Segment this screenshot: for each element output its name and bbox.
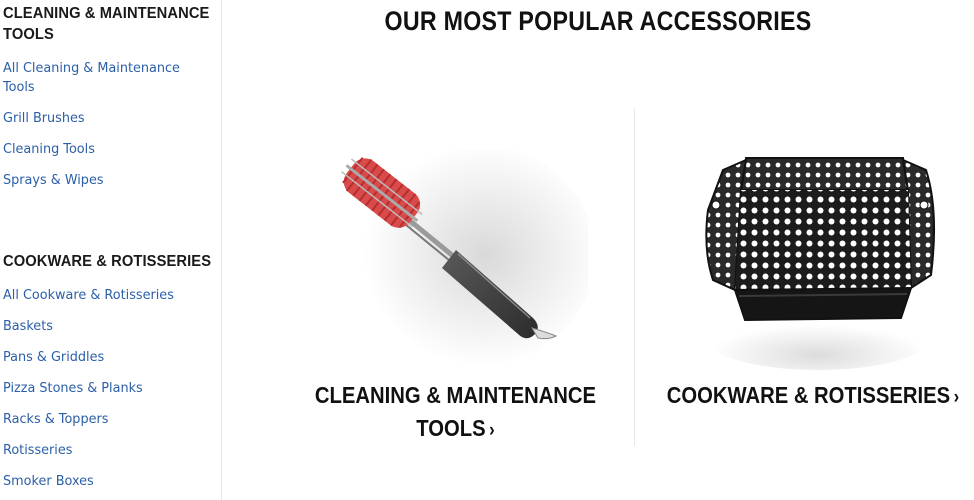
sidebar-section-title-cleaning: CLEANING & MAINTENANCE TOOLS (3, 5, 210, 43)
category-card-cleaning[interactable]: CLEANING & MAINTENANCE TOOLS › (223, 0, 634, 460)
chevron-right-icon: › (489, 420, 495, 441)
sidebar-section-title-cookware: COOKWARE & ROTISSERIES (3, 253, 212, 270)
grill-brush-image (318, 143, 595, 375)
sidebar-link-pizza-stones[interactable]: Pizza Stones & Planks (3, 379, 143, 398)
sidebar: CLEANING & MAINTENANCE TOOLS All Cleanin… (0, 0, 222, 500)
category-card-cleaning-label[interactable]: CLEANING & MAINTENANCE TOOLS › (313, 379, 599, 447)
sidebar-link-smoker-boxes[interactable]: Smoker Boxes (3, 472, 94, 491)
grill-basket-image (683, 150, 953, 375)
sidebar-link-pans-griddles[interactable]: Pans & Griddles (3, 348, 104, 367)
card-label-line2: TOOLS (416, 415, 486, 441)
category-card-cookware-label[interactable]: COOKWARE & ROTISSERIES › (663, 379, 962, 414)
sidebar-link-sprays-wipes[interactable]: Sprays & Wipes (3, 171, 104, 190)
chevron-right-icon: › (953, 387, 960, 408)
sidebar-link-all-cookware[interactable]: All Cookware & Rotisseries (3, 286, 174, 305)
card-label-line1: CLEANING & MAINTENANCE (314, 382, 597, 408)
sidebar-link-all-cleaning[interactable]: All Cleaning & Maintenance Tools (3, 59, 193, 97)
sidebar-link-cleaning-tools[interactable]: Cleaning Tools (3, 140, 95, 159)
sidebar-link-baskets[interactable]: Baskets (3, 317, 53, 336)
card-label-text: COOKWARE & ROTISSERIES (666, 382, 951, 408)
sidebar-link-grill-brushes[interactable]: Grill Brushes (3, 109, 85, 128)
category-card-cookware[interactable]: COOKWARE & ROTISSERIES › (635, 0, 974, 460)
main-content: OUR MOST POPULAR ACCESSORIES CLEANING & … (223, 0, 974, 500)
sidebar-link-racks-toppers[interactable]: Racks & Toppers (3, 410, 108, 429)
sidebar-link-rotisseries[interactable]: Rotisseries (3, 441, 72, 460)
